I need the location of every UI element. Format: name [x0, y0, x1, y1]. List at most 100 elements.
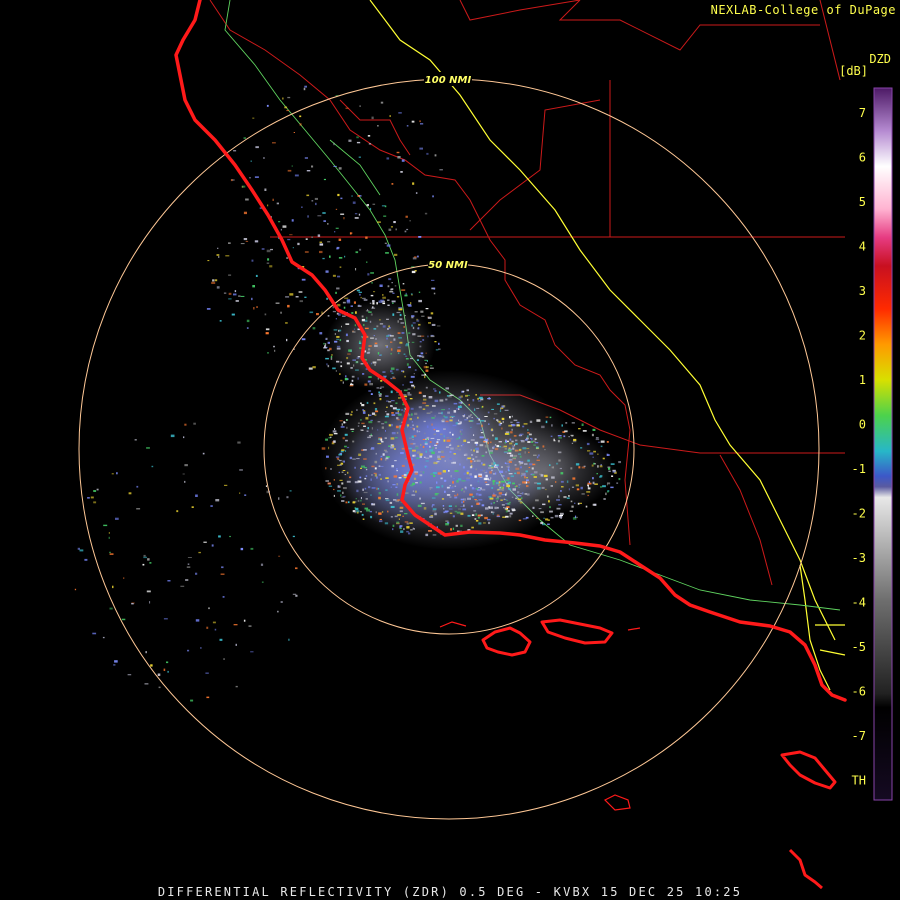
echo-speckle — [389, 291, 394, 293]
echo-speckle — [494, 447, 499, 451]
echo-speckle — [345, 439, 348, 442]
echo-speckle — [408, 366, 411, 369]
echo-speckle — [299, 300, 303, 303]
echo-speckle — [420, 471, 423, 473]
echo-speckle — [412, 490, 415, 493]
echo-speckle — [507, 468, 510, 471]
echo-speckle — [387, 304, 390, 306]
echo-speckle — [335, 227, 339, 229]
echo-speckle — [583, 465, 586, 467]
echo-speckle — [392, 528, 394, 531]
echo-speckle — [476, 459, 481, 462]
echo-speckle — [498, 492, 503, 495]
echo-speckle — [287, 238, 291, 241]
echo-speckle — [448, 508, 453, 510]
echo-speckle — [363, 449, 367, 451]
echo-speckle — [434, 444, 438, 446]
echo-speckle — [327, 349, 330, 352]
echo-speckle — [430, 473, 435, 475]
echo-speckle — [587, 487, 591, 490]
echo-speckle — [456, 511, 461, 514]
echo-speckle — [228, 242, 231, 244]
echo-speckle — [184, 464, 188, 467]
echo-speckle — [474, 499, 477, 501]
echo-speckle — [215, 499, 220, 502]
echo-speckle — [347, 353, 351, 355]
echo-speckle — [339, 266, 342, 268]
echo-speckle — [550, 435, 553, 437]
echo-speckle — [187, 649, 190, 652]
echo-speckle — [364, 487, 367, 490]
echo-speckle — [536, 459, 540, 461]
echo-speckle — [346, 362, 350, 365]
echo-speckle — [342, 381, 344, 384]
echo-speckle — [325, 270, 329, 273]
echo-speckle — [396, 431, 399, 434]
echo-speckle — [299, 115, 302, 118]
echo-speckle — [517, 491, 520, 494]
echo-speckle — [454, 470, 459, 472]
echo-speckle — [370, 207, 372, 210]
echo-speckle — [570, 467, 573, 470]
echo-speckle — [490, 465, 494, 468]
echo-speckle — [420, 310, 424, 313]
echo-speckle — [434, 399, 439, 403]
echo-speckle — [432, 195, 434, 198]
echo-speckle — [556, 499, 560, 501]
echo-speckle — [249, 177, 251, 179]
echo-speckle — [329, 436, 332, 438]
echo-speckle — [586, 491, 591, 493]
echo-speckle — [501, 475, 504, 477]
echo-speckle — [446, 486, 450, 489]
echo-speckle — [514, 486, 516, 488]
echo-speckle — [470, 484, 473, 487]
echo-speckle — [413, 373, 415, 375]
echo-speckle — [434, 154, 437, 157]
echo-speckle — [466, 389, 469, 392]
echo-speckle — [618, 461, 621, 464]
echo-speckle — [411, 413, 413, 416]
echo-speckle — [481, 455, 485, 457]
echo-speckle — [430, 335, 435, 338]
echo-speckle — [342, 301, 346, 304]
echo-speckle — [198, 551, 201, 554]
echo-speckle — [508, 461, 512, 463]
echo-speckle — [387, 510, 389, 513]
echo-speckle — [430, 411, 433, 413]
echo-speckle — [371, 503, 376, 506]
echo-speckle — [364, 477, 367, 480]
echo-speckle — [532, 506, 535, 509]
echo-speckle — [453, 410, 457, 413]
echo-speckle — [385, 489, 388, 491]
echo-speckle — [336, 360, 340, 363]
echo-speckle — [439, 391, 441, 394]
echo-speckle — [416, 457, 420, 459]
echo-speckle — [332, 430, 337, 433]
echo-speckle — [280, 228, 282, 231]
echo-speckle — [336, 457, 339, 460]
echo-speckle — [500, 489, 503, 491]
echo-speckle — [338, 167, 342, 170]
echo-speckle — [304, 157, 308, 159]
echo-speckle — [513, 454, 518, 458]
echo-speckle — [404, 355, 408, 357]
echo-speckle — [425, 308, 429, 310]
echo-speckle — [398, 308, 403, 311]
echo-speckle — [504, 447, 507, 450]
echo-speckle — [484, 438, 489, 441]
echo-speckle — [416, 359, 419, 361]
echo-speckle — [495, 472, 497, 475]
echo-speckle — [518, 486, 520, 488]
echo-speckle — [357, 305, 362, 307]
echo-speckle — [437, 472, 442, 475]
echo-speckle — [364, 467, 367, 469]
echo-speckle — [548, 500, 550, 503]
echo-speckle — [382, 453, 385, 456]
echo-speckle — [326, 297, 329, 300]
echo-speckle — [506, 466, 510, 468]
echo-speckle — [349, 456, 353, 460]
echo-speckle — [378, 300, 383, 303]
echo-speckle — [396, 483, 399, 486]
echo-speckle — [364, 383, 368, 386]
echo-speckle — [475, 500, 478, 502]
